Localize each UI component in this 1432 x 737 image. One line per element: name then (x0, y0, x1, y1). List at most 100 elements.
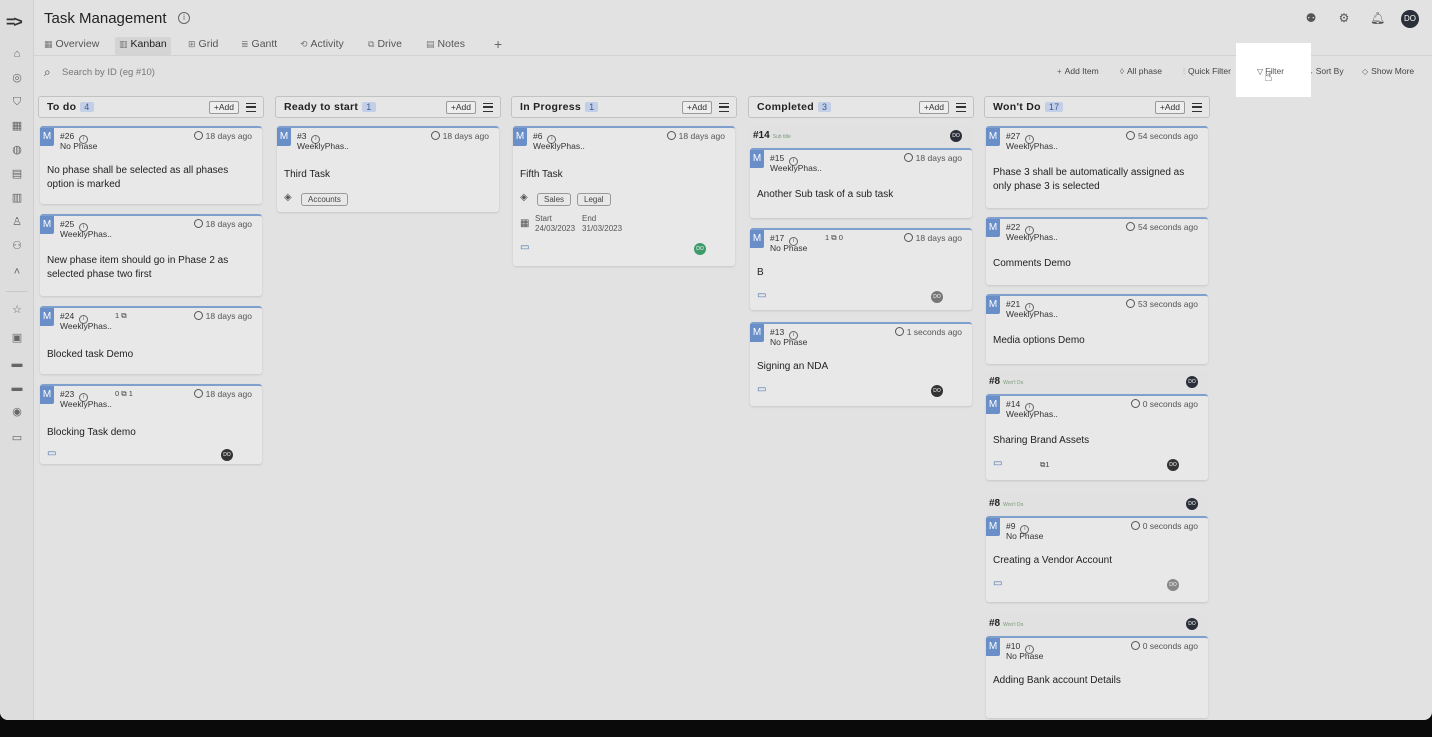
comment-icon[interactable]: ▭ (757, 384, 766, 395)
column-add-button[interactable]: +Add (445, 101, 476, 114)
tab-label: Drive (377, 38, 402, 50)
folder-open-icon[interactable]: ▬ (10, 381, 24, 395)
group-avatar[interactable]: DO (1186, 376, 1198, 388)
quick-filter-button[interactable]: ⫶ Quick Filter (1183, 66, 1231, 77)
task-card[interactable]: M #17 i 1 ⧉ 0 No Phase 18 days ago B ▭ DO (750, 228, 972, 310)
target-icon[interactable]: ◎ (10, 71, 24, 85)
assignee-avatar[interactable]: DO (694, 243, 706, 255)
task-card[interactable]: M #15 i WeeklyPhas.. 18 days ago Another … (750, 148, 972, 218)
column-count: 1 (585, 102, 599, 112)
comment-icon[interactable]: ▭ (47, 448, 56, 459)
group-avatar[interactable]: DO (1186, 618, 1198, 630)
add-item-button[interactable]: + Add Item (1057, 66, 1099, 76)
expand-sidebar-icon[interactable]: => (6, 14, 23, 32)
settings-circle-icon[interactable]: ◉ (10, 405, 24, 419)
column-menu-icon[interactable] (483, 103, 493, 112)
dependency-value: 0 (838, 233, 843, 242)
table-icon[interactable]: ▥ (10, 191, 24, 205)
task-card[interactable]: M #3 i WeeklyPhas.. 18 days ago Third Tas… (277, 126, 499, 212)
add-tab-button[interactable]: + (494, 37, 502, 51)
gear-icon[interactable]: ⚙ (1337, 11, 1351, 25)
tab-grid[interactable]: ⊞ Grid (184, 37, 222, 55)
assignee-avatar[interactable]: DO (931, 291, 943, 303)
column-add-button[interactable]: +Add (681, 101, 712, 114)
clock-icon (894, 327, 904, 336)
task-card[interactable]: M #25 i WeeklyPhas.. 18 days ago New phas… (40, 214, 262, 296)
info-icon[interactable]: i (178, 12, 190, 24)
task-card[interactable]: M #14 i WeeklyPhas.. 0 seconds ago Sharin… (986, 394, 1208, 480)
task-card[interactable]: M #13 i No Phase 1 seconds ago Signing an… (750, 322, 972, 406)
tag-icon: ◈ (284, 192, 292, 203)
board-icon[interactable]: ▣ (10, 331, 24, 345)
header: Task Management i ⚉ ⚙ 🔔︎ DO (34, 0, 1432, 36)
task-card[interactable]: M #10 i No Phase 0 seconds ago Adding Ban… (986, 636, 1208, 718)
column-menu-icon[interactable] (1192, 103, 1202, 112)
card-time-text: 18 days ago (205, 389, 252, 399)
search-input[interactable] (62, 64, 362, 80)
people-icon[interactable]: ⚉ (1304, 11, 1318, 25)
card-tag[interactable]: Legal (577, 193, 611, 206)
assignee-avatar[interactable]: DO (1167, 459, 1179, 471)
group-avatar[interactable]: DO (950, 130, 962, 142)
task-card[interactable]: M #27 i WeeklyPhas.. 54 seconds ago Phase… (986, 126, 1208, 208)
column-add-button[interactable]: +Add (918, 101, 949, 114)
assignee-avatar[interactable]: DO (221, 449, 233, 461)
tab-notes[interactable]: ▤ Notes (422, 37, 469, 55)
column-menu-icon[interactable] (719, 103, 729, 112)
task-group[interactable]: #8 Won't Do DO M #10 i No Phase 0 seconds … (986, 614, 1208, 720)
tab-kanban[interactable]: ▥ Kanban (115, 37, 171, 55)
card-tag[interactable]: Sales (537, 193, 572, 206)
assignee-avatar[interactable]: DO (931, 385, 943, 397)
star-icon[interactable]: ☆ (10, 303, 24, 317)
column-count: 3 (817, 102, 832, 112)
tab-drive[interactable]: ⧉ Drive (364, 37, 406, 55)
task-card[interactable]: M #22 i WeeklyPhas.. 54 seconds ago Comme… (986, 217, 1208, 285)
sort-by-label: Sort By (1315, 66, 1344, 76)
tab-gantt[interactable]: ≣ Gantt (237, 37, 281, 55)
task-card[interactable]: M #24 i 1 ⧉ WeeklyPhas.. 18 days ago Bloc… (40, 306, 262, 374)
bell-icon[interactable]: 🔔︎ (1370, 11, 1385, 25)
dependency-icon: ⧉ (121, 311, 127, 320)
column-to-do: To do 4 +Add M #26 i No Phase 18 days ago … (38, 96, 264, 464)
tab-overview[interactable]: ▦ Overview (40, 37, 103, 55)
group-avatar[interactable]: DO (1186, 498, 1198, 510)
task-card[interactable]: M #23 i 0 ⧉ 1 WeeklyPhas.. 18 days ago Bl… (40, 384, 262, 464)
column-name: To do (47, 101, 77, 113)
shield-icon[interactable]: ⛉ (10, 95, 24, 109)
globe-icon[interactable]: ◍ (10, 143, 24, 157)
apps-icon[interactable]: ▦ (10, 119, 24, 133)
comment-icon[interactable]: ▭ (993, 458, 1002, 469)
user-icon[interactable]: ♙ (10, 215, 24, 229)
users-icon[interactable]: ⚇ (10, 239, 24, 253)
sort-by-button[interactable]: ⇅Sort By (1306, 66, 1344, 76)
comment-icon[interactable]: ▭ (520, 242, 529, 253)
show-more-button[interactable]: ◇ Show More (1362, 66, 1414, 76)
archive-icon[interactable]: ▭ (10, 431, 24, 445)
folder-icon[interactable]: ▬ (10, 357, 24, 371)
task-card[interactable]: M #6 i WeeklyPhas.. 18 days ago Fifth Tas… (513, 126, 735, 266)
tab-activity[interactable]: ⟲ Activity (296, 37, 348, 55)
quick-filter-icon: ⫶ (1183, 67, 1185, 76)
comment-icon[interactable]: ▭ (993, 578, 1002, 589)
group-id-text: #8 (989, 618, 1001, 629)
home-icon[interactable]: ⌂ (10, 47, 24, 61)
document-icon[interactable]: ▤ (10, 167, 24, 181)
task-card[interactable]: M #9 i No Phase 0 seconds ago Creating a … (986, 516, 1208, 602)
comment-icon[interactable]: ▭ (757, 290, 766, 301)
user-avatar[interactable]: DO (1401, 10, 1419, 28)
column-add-button[interactable]: +Add (208, 101, 239, 114)
task-group[interactable]: #14 Sub title DO M #15 i WeeklyPhas.. 18 d… (750, 126, 972, 220)
task-card[interactable]: M #21 i WeeklyPhas.. 53 seconds ago Media… (986, 294, 1208, 364)
task-group[interactable]: #8 Won't Do DO M #9 i No Phase 0 seconds a… (986, 494, 1208, 604)
assignee-avatar[interactable]: DO (1167, 579, 1179, 591)
column-add-button[interactable]: +Add (1154, 101, 1185, 114)
task-group[interactable]: #8 Won't Do DO M #14 i WeeklyPhas.. 0 seco… (986, 372, 1208, 482)
task-card[interactable]: M #26 i No Phase 18 days ago No phase sha… (40, 126, 262, 204)
column-menu-icon[interactable] (246, 103, 256, 112)
card-time-text: 18 days ago (915, 233, 962, 243)
card-tag[interactable]: Accounts (301, 193, 348, 206)
all-phase-button[interactable]: ◊ All phase (1120, 66, 1162, 76)
card-m-badge: M (986, 128, 1000, 146)
column-menu-icon[interactable] (956, 103, 966, 112)
chevron-up-icon[interactable]: ˄ (10, 265, 24, 279)
